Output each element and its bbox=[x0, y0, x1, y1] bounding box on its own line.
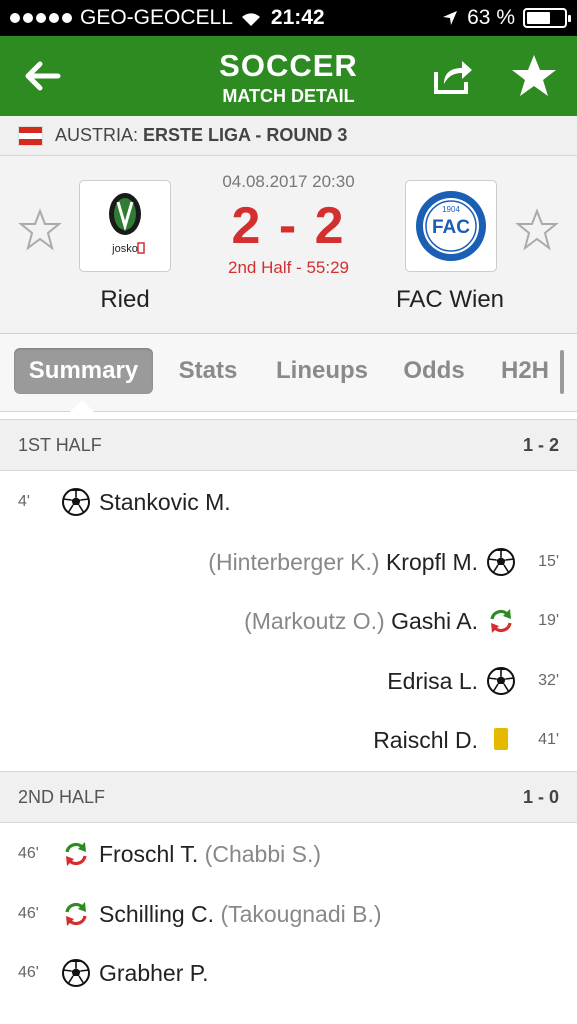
match-header: josko Ried 04.08.2017 20:30 2 - 2 2nd Ha… bbox=[0, 156, 577, 334]
away-team-star-icon[interactable] bbox=[515, 208, 559, 252]
status-bar: GEO-GEOCELL 21:42 63 % bbox=[0, 0, 577, 36]
detail-tabs: Summary Stats Lineups Odds H2H bbox=[0, 334, 577, 412]
crest-year: 1904 bbox=[442, 205, 460, 214]
incident-player: Stankovic M. bbox=[99, 473, 231, 531]
assist-or-sub-name: (Chabbi S.) bbox=[204, 841, 321, 867]
app-header: SOCCER MATCH DETAIL bbox=[0, 36, 577, 116]
first-half-header: 1ST HALF 1 - 2 bbox=[0, 419, 577, 471]
half-label: 2ND HALF bbox=[18, 786, 106, 807]
incident-player: Schilling C. (Takougnadi B.) bbox=[99, 885, 382, 943]
player-name: Stankovic M. bbox=[99, 489, 231, 515]
league-country: AUSTRIA: bbox=[55, 125, 139, 145]
battery-icon bbox=[523, 8, 571, 28]
league-bar[interactable]: AUSTRIA: ERSTE LIGA - ROUND 3 bbox=[0, 116, 577, 156]
incident-row[interactable]: 46' Grabher P. bbox=[0, 944, 577, 1002]
incident-row[interactable]: 41' Raischl D. bbox=[0, 711, 577, 769]
player-name: Raischl D. bbox=[373, 727, 478, 753]
player-name: Froschl T. bbox=[99, 841, 199, 867]
incident-player: Grabher P. bbox=[99, 944, 209, 1002]
crest-initials: FAC bbox=[432, 217, 470, 238]
share-icon[interactable] bbox=[430, 56, 474, 96]
incident-minute: 41' bbox=[538, 731, 559, 748]
incident-player: (Markoutz O.) Gashi A. bbox=[244, 592, 478, 650]
incident-minute: 15' bbox=[538, 552, 559, 570]
incident-minute: 19' bbox=[538, 612, 559, 629]
incident-minute: 46' bbox=[18, 964, 39, 981]
half-score: 1 - 0 bbox=[522, 786, 559, 807]
tab-odds[interactable]: Odds bbox=[396, 348, 472, 394]
goal-icon bbox=[62, 488, 90, 516]
assist-or-sub-name: (Markoutz O.) bbox=[244, 608, 385, 634]
substitution-icon bbox=[490, 609, 512, 633]
player-name: Grabher P. bbox=[99, 960, 209, 986]
tab-h2h[interactable]: H2H bbox=[492, 348, 558, 394]
incident-minute: 32' bbox=[538, 671, 559, 689]
incident-minute: 46' bbox=[18, 845, 39, 862]
player-name: Edrisa L. bbox=[387, 667, 478, 694]
wifi-icon bbox=[241, 13, 260, 26]
home-team-name[interactable]: Ried bbox=[65, 286, 185, 314]
player-name: Gashi A. bbox=[391, 608, 478, 634]
half-score: 1 - 2 bbox=[522, 434, 559, 455]
half-label: 1ST HALF bbox=[18, 434, 102, 455]
austria-flag-icon bbox=[18, 125, 43, 146]
substitution-icon bbox=[65, 842, 87, 866]
incident-minute: 46' bbox=[18, 904, 39, 922]
incident-minute: 4' bbox=[18, 493, 30, 510]
player-name: Schilling C. bbox=[99, 900, 215, 927]
battery-percent: 63 % bbox=[467, 6, 515, 29]
status-time: 21:42 bbox=[270, 6, 325, 29]
signal-strength-icon bbox=[10, 13, 72, 23]
goal-icon bbox=[62, 959, 90, 987]
fac-wien-logo-icon: 1904 FAC bbox=[416, 191, 486, 261]
second-half-header: 2ND HALF 1 - 0 bbox=[0, 771, 577, 823]
incident-row[interactable]: 4' Stankovic M. bbox=[0, 473, 577, 531]
tab-stats[interactable]: Stats bbox=[168, 348, 248, 394]
player-name: Kropfl M. bbox=[385, 548, 478, 575]
battery-level bbox=[527, 12, 550, 24]
goal-icon bbox=[487, 547, 515, 576]
incident-player: Raischl D. bbox=[373, 711, 478, 769]
page-title: SOCCER bbox=[219, 48, 358, 83]
incident-row[interactable]: 15' (Hinterberger K.) Kropfl M. bbox=[0, 533, 577, 591]
flag-stripe bbox=[19, 138, 42, 145]
incident-row[interactable]: 46' Froschl T. (Chabbi S.) bbox=[0, 825, 577, 883]
carrier-name: GEO-GEOCELL bbox=[80, 6, 233, 29]
tab-summary[interactable]: Summary bbox=[14, 348, 153, 394]
assist-or-sub-name: (Hinterberger K.) bbox=[208, 548, 380, 575]
yellow-card-icon bbox=[494, 728, 508, 750]
incident-row[interactable]: 19' (Markoutz O.) Gashi A. bbox=[0, 592, 577, 650]
favorite-star-icon[interactable] bbox=[510, 52, 558, 100]
assist-or-sub-name: (Takougnadi B.) bbox=[220, 900, 382, 927]
active-tab-pointer bbox=[70, 400, 94, 412]
page-subtitle: MATCH DETAIL bbox=[222, 86, 355, 106]
tab-scroll-indicator bbox=[560, 350, 564, 394]
incident-row[interactable]: 32' Edrisa L. bbox=[0, 652, 577, 710]
away-team-crest[interactable]: 1904 FAC bbox=[405, 180, 497, 272]
incident-player: (Hinterberger K.) Kropfl M. bbox=[208, 533, 478, 591]
away-team-name[interactable]: FAC Wien bbox=[385, 286, 515, 314]
league-name: ERSTE LIGA - ROUND 3 bbox=[143, 125, 348, 145]
incident-player: Froschl T. (Chabbi S.) bbox=[99, 825, 321, 883]
tab-lineups[interactable]: Lineups bbox=[270, 348, 374, 394]
location-arrow-icon bbox=[443, 11, 458, 25]
substitution-icon bbox=[65, 901, 87, 926]
incident-row[interactable]: 46' Schilling C. (Takougnadi B.) bbox=[0, 885, 577, 943]
goal-icon bbox=[487, 666, 515, 695]
incident-player: Edrisa L. bbox=[387, 652, 478, 710]
